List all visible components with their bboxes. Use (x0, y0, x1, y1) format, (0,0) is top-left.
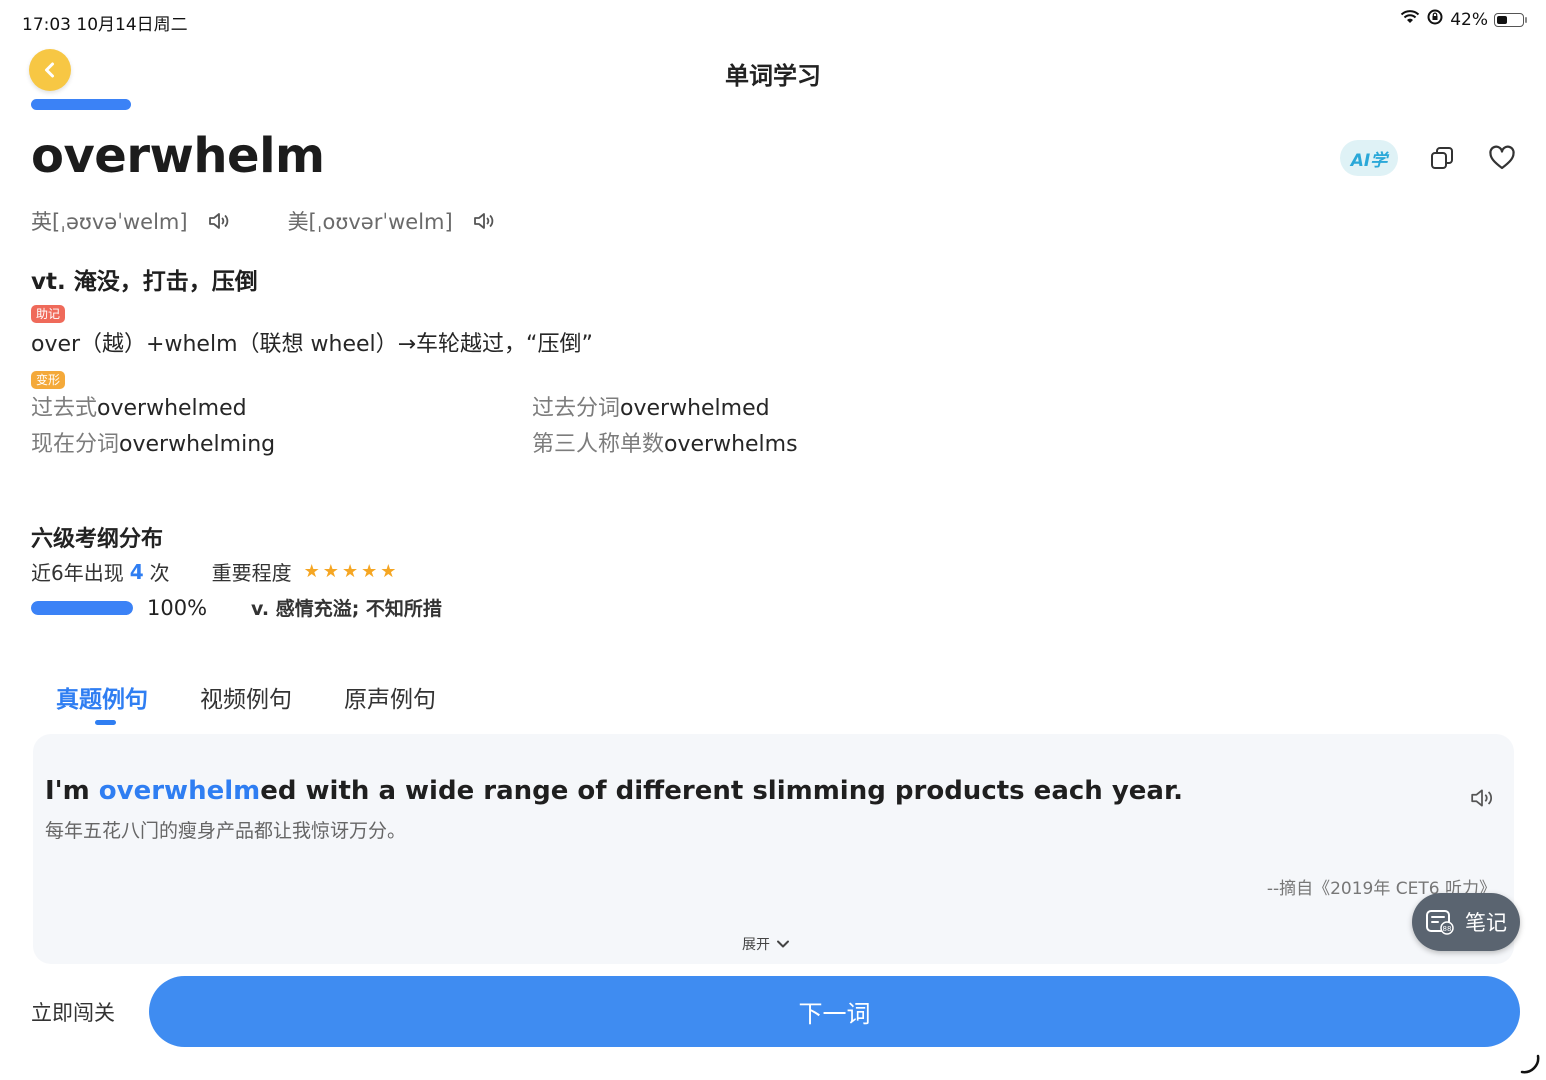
exam-count: 4 (129, 559, 144, 584)
form-past-participle: 过去分词overwhelmed (532, 390, 770, 422)
pronunciation-row: 英[ˌəʊvəˈwelm] 美[ˌoʊvərˈwelm] (31, 206, 495, 236)
speaker-icon (208, 213, 228, 229)
example-translation: 每年五花八门的瘦身产品都让我惊讶万分。 (45, 820, 407, 842)
play-us-audio-button[interactable] (473, 212, 495, 230)
battery-percent: 42% (1450, 9, 1488, 30)
copy-button[interactable] (1426, 142, 1458, 174)
progress-bar (31, 600, 133, 615)
header-accent-bar (31, 99, 131, 110)
heart-icon (1489, 145, 1515, 170)
example-highlight-word: overwhelm (98, 776, 261, 806)
progress-percent: 100% (147, 595, 208, 620)
expand-button[interactable]: 展开 (742, 934, 790, 954)
mnemonic-tag: 助记 (31, 305, 66, 323)
play-example-audio-button[interactable] (1470, 788, 1494, 812)
word-study-screen: 17:03 10月14日周二 42% 单词学习 overwhelm AI学 英[… (0, 0, 1546, 1080)
status-bar: 17:03 10月14日周二 42% (0, 0, 1546, 40)
form-value: overwhelmed (97, 396, 247, 421)
page-title: 单词学习 (725, 62, 821, 90)
tab-exam-sentences[interactable]: 真题例句 (56, 680, 148, 725)
pronunciation-uk: 英[ˌəʊvəˈwelm] (31, 206, 230, 236)
speaker-icon (473, 213, 493, 229)
form-value: overwhelmed (620, 396, 770, 421)
word-actions: AI学 (1340, 140, 1518, 176)
active-tab-indicator (95, 720, 116, 725)
exam-count-prefix: 近6年出现 (31, 561, 124, 585)
form-label: 第三人称单数 (532, 432, 665, 457)
tab-label: 真题例句 (56, 687, 148, 713)
tab-label: 视频例句 (200, 687, 292, 713)
definition: vt. 淹没，打击，压倒 (31, 269, 258, 295)
star-icon: ★ (341, 560, 359, 582)
form-third-person-singular: 第三人称单数overwhelms (532, 426, 798, 458)
notes-button[interactable]: 88 笔记 (1412, 893, 1520, 951)
form-present-participle: 现在分词overwhelming (31, 426, 275, 458)
chevron-down-icon (777, 940, 789, 948)
corner-indicator-icon (1520, 1054, 1540, 1074)
example-text-before: I'm (45, 776, 99, 806)
status-indicators: 42% (1400, 8, 1527, 31)
mnemonic-text: over（越）+whelm（联想 wheel）→车轮越过，“压倒” (31, 332, 593, 357)
progress-bar-fill (31, 600, 133, 615)
play-uk-audio-button[interactable] (208, 212, 230, 230)
form-value: overwhelming (119, 432, 276, 457)
star-icon: ★ (380, 560, 397, 582)
tab-video-sentences[interactable]: 视频例句 (200, 680, 292, 714)
example-tabs: 真题例句 视频例句 原声例句 (56, 680, 436, 725)
pronunciation-us: 美[ˌoʊvərˈwelm] (288, 206, 495, 236)
form-label: 过去分词 (532, 396, 621, 421)
example-card: I'm overwhelmed with a wide range of dif… (33, 734, 1514, 964)
tab-label: 原声例句 (344, 687, 436, 713)
importance: 重要程度 ★ ★ ★ ★ ★ (212, 557, 397, 586)
exam-stats: 近6年出现 4 次 重要程度 ★ ★ ★ ★ ★ (31, 557, 396, 586)
form-value: overwhelms (664, 432, 798, 457)
notes-icon: 88 (1426, 910, 1454, 935)
form-label: 过去式 (31, 396, 98, 421)
next-word-button[interactable]: 下一词 (149, 976, 1520, 1047)
copy-icon (1431, 147, 1453, 169)
forms-tag: 变形 (31, 371, 66, 389)
importance-stars: ★ ★ ★ ★ ★ (303, 560, 397, 582)
status-time: 17:03 10月14日周二 (22, 15, 188, 35)
rotation-lock-icon (1426, 8, 1444, 31)
start-challenge-button[interactable]: 立即闯关 (31, 997, 115, 1027)
example-text-after: ed with a wide range of different slimmi… (260, 776, 1183, 806)
wifi-icon (1400, 9, 1420, 30)
importance-label: 重要程度 (211, 561, 292, 585)
form-label: 现在分词 (31, 432, 120, 457)
notes-label: 笔记 (1465, 911, 1507, 935)
word-headword: overwhelm (31, 128, 325, 184)
progress-meaning: v. 感情充溢; 不知所措 (251, 598, 442, 620)
ai-learn-button[interactable]: AI学 (1340, 140, 1398, 176)
battery-level (1497, 15, 1507, 24)
exam-section-title: 六级考纲分布 (31, 527, 164, 552)
star-icon: ★ (361, 560, 378, 582)
pronunciation-uk-text: 英[ˌəʊvəˈwelm] (31, 210, 188, 234)
example-sentence: I'm overwhelmed with a wide range of dif… (45, 776, 1183, 806)
form-past-tense: 过去式overwhelmed (31, 390, 247, 422)
exam-progress: 100% v. 感情充溢; 不知所措 (31, 594, 442, 621)
exam-count-suffix: 次 (149, 561, 170, 585)
star-icon: ★ (322, 560, 339, 582)
tab-audio-sentences[interactable]: 原声例句 (344, 680, 436, 714)
svg-text:88: 88 (1443, 925, 1452, 933)
battery-icon (1494, 12, 1527, 27)
star-icon: ★ (303, 560, 320, 582)
speaker-icon (1471, 789, 1493, 807)
pronunciation-us-text: 美[ˌoʊvərˈwelm] (287, 210, 453, 234)
expand-label: 展开 (742, 937, 770, 953)
favorite-button[interactable] (1486, 142, 1518, 174)
